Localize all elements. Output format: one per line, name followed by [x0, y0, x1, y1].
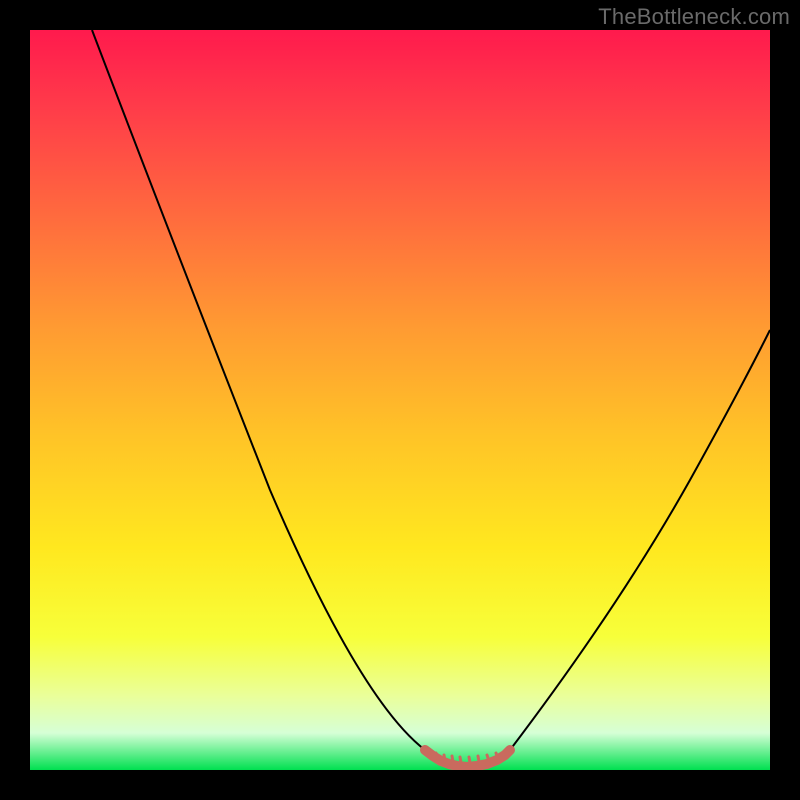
- curve-right-arm: [510, 330, 770, 750]
- curve-svg: [30, 30, 770, 770]
- watermark-text: TheBottleneck.com: [598, 4, 790, 30]
- chart-frame: TheBottleneck.com: [0, 0, 800, 800]
- curve-left-arm: [92, 30, 425, 750]
- plot-area: [30, 30, 770, 770]
